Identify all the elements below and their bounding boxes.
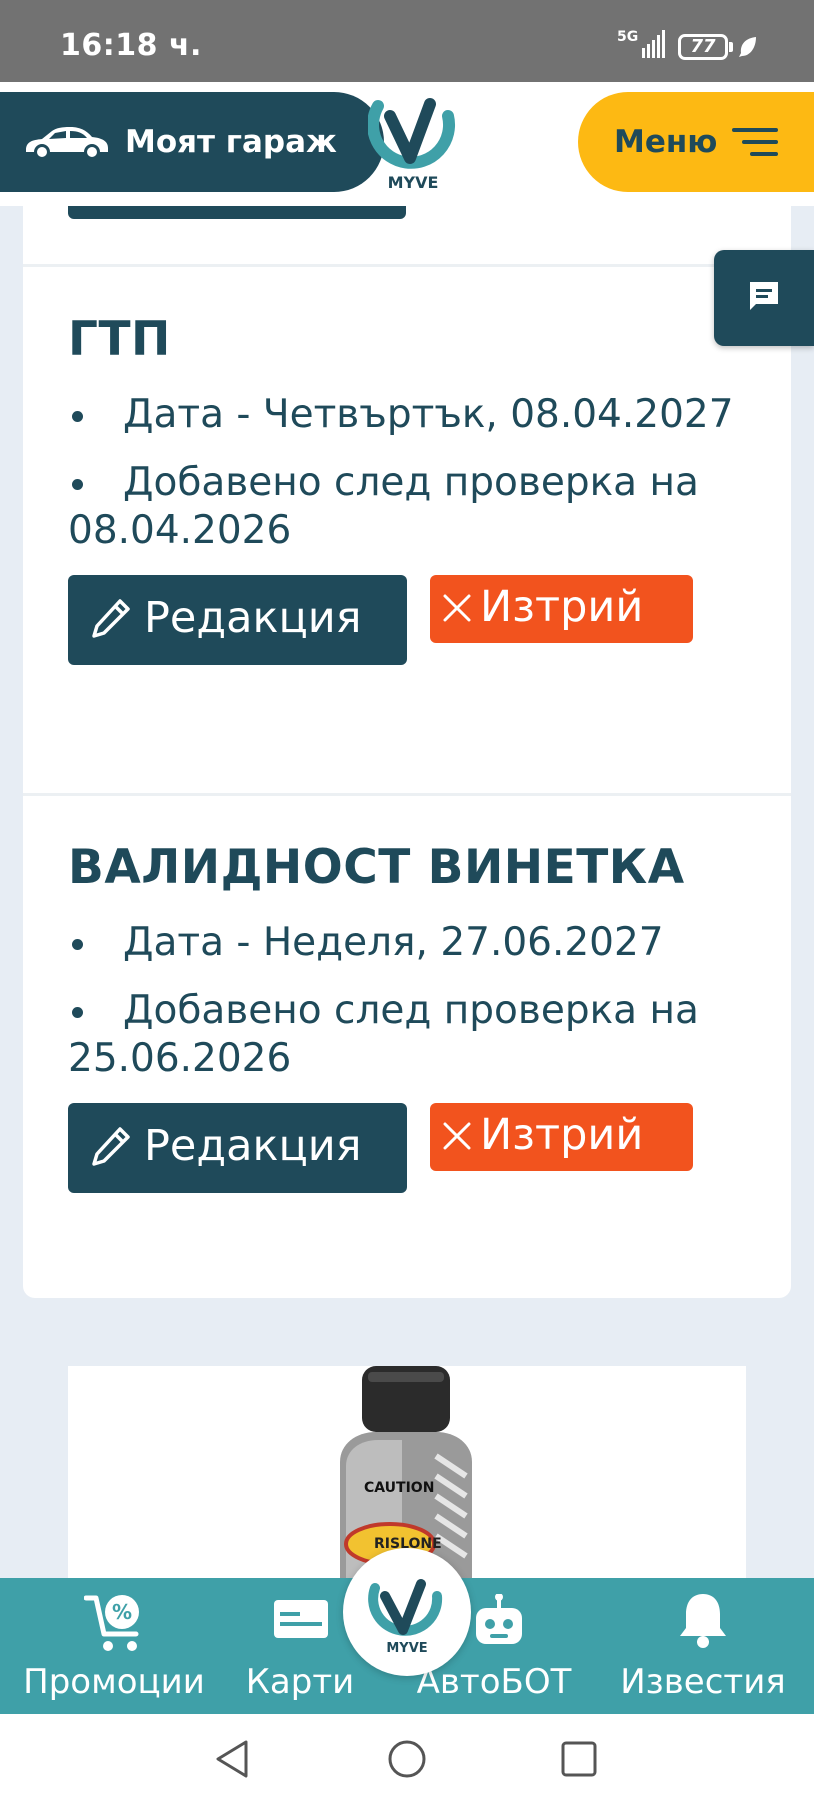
chat-icon (750, 282, 778, 310)
reminder-date: Дата - Четвъртък, 08.04.2027 (68, 391, 768, 439)
edit-label: Редакция (144, 1121, 362, 1171)
reminders-card: ГТП Дата - Четвъртък, 08.04.2027 Добавен… (23, 206, 791, 1298)
status-bar: 16:18 ч. 5G 77 (0, 0, 814, 82)
system-navigation-bar (0, 1714, 814, 1800)
delete-label: Изтрий (480, 582, 644, 632)
reminder-item-vignette: ВАЛИДНОСТ ВИНЕТКА Дата - Неделя, 27.06.2… (68, 840, 768, 1195)
pencil-icon (92, 1127, 130, 1166)
pencil-icon (92, 599, 130, 638)
battery-icon: 77 (678, 34, 733, 60)
menu-button[interactable]: Меню (578, 92, 814, 192)
close-icon (443, 594, 471, 622)
delete-label: Изтрий (480, 1110, 644, 1160)
card-icon (274, 1600, 328, 1638)
menu-label: Меню (614, 124, 718, 160)
app-header: Моят гараж MYVE Меню (0, 82, 814, 206)
nav-label: Известия (620, 1662, 786, 1702)
nav-label: Карти (245, 1662, 355, 1702)
reminder-item-gtp: ГТП Дата - Четвъртък, 08.04.2027 Добавен… (68, 312, 768, 667)
promo-banner[interactable]: CAUTION RISLONE (68, 1366, 746, 1578)
nav-notifications[interactable]: Известия (610, 1578, 796, 1714)
close-icon (443, 1122, 471, 1150)
my-garage-label: Моят гараж (125, 124, 337, 160)
edit-button[interactable]: Редакция (68, 1103, 407, 1193)
recents-icon[interactable] (558, 1738, 600, 1780)
logo-text: MYVE (388, 173, 439, 192)
logo-text: MYVE (386, 1641, 427, 1654)
bell-icon (680, 1594, 726, 1648)
car-icon (26, 127, 108, 159)
my-garage-button[interactable]: Моят гараж (0, 92, 384, 192)
reminder-date: Дата - Неделя, 27.06.2027 (68, 919, 768, 967)
divider (23, 264, 791, 267)
delete-button[interactable]: Изтрий (430, 575, 693, 643)
battery-level: 77 (690, 36, 716, 57)
hamburger-icon (732, 128, 778, 156)
reminder-actions: Редакция Изтрий (68, 1103, 768, 1195)
home-logo-button[interactable]: MYVE (343, 1548, 471, 1676)
back-icon[interactable] (212, 1738, 254, 1780)
nav-label: Промоции (23, 1662, 205, 1702)
reminder-details: Дата - Четвъртък, 08.04.2027 Добавено сл… (68, 391, 768, 555)
divider (23, 793, 791, 796)
delete-button[interactable]: Изтрий (430, 1103, 693, 1171)
edit-label: Редакция (144, 593, 362, 643)
reminder-actions: Редакция Изтрий (68, 575, 768, 667)
cart-percent-icon: % (84, 1595, 139, 1651)
leaf-icon (739, 37, 756, 57)
myve-logo[interactable]: MYVE (368, 86, 458, 192)
chat-button[interactable] (714, 250, 814, 346)
reminder-added: Добавено след проверка на 25.06.2026 (68, 987, 768, 1083)
signal-icon (642, 30, 665, 58)
reminder-added: Добавено след проверка на 08.04.2026 (68, 459, 768, 555)
reminder-details: Дата - Неделя, 27.06.2027 Добавено след … (68, 919, 768, 1083)
status-time: 16:18 ч. (60, 28, 202, 63)
product-caution-text: CAUTION (364, 1480, 435, 1496)
myve-logo: MYVE (368, 1579, 443, 1654)
reminder-title: ГТП (68, 312, 171, 367)
network-indicator: 5G (617, 29, 639, 45)
reminder-title: ВАЛИДНОСТ ВИНЕТКА (68, 840, 685, 895)
previous-edit-button[interactable] (68, 206, 406, 219)
svg-text:%: % (112, 1600, 132, 1624)
nav-promotions[interactable]: % Промоции (14, 1578, 214, 1714)
home-icon[interactable] (386, 1738, 428, 1780)
robot-icon (476, 1594, 522, 1644)
edit-button[interactable]: Редакция (68, 575, 407, 665)
